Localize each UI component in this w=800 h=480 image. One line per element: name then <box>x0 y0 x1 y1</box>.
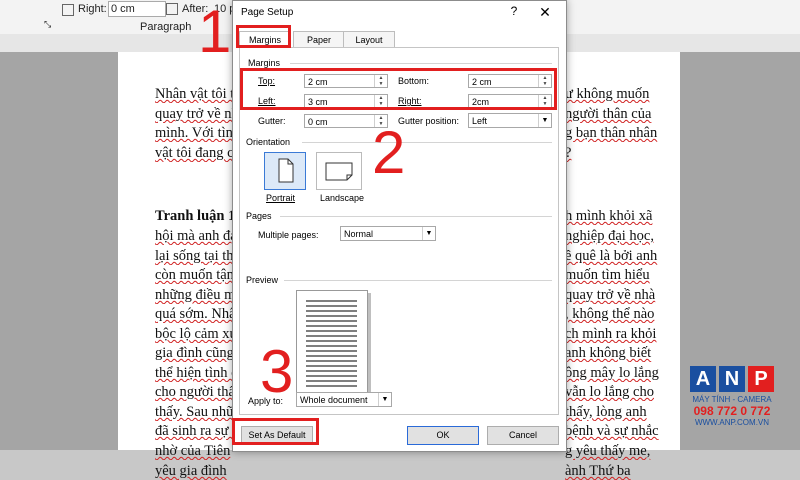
document-line: ông mây lo lắng <box>565 365 659 381</box>
document-line: bệnh và sự nhắc <box>565 423 659 439</box>
portrait-label: Portrait <box>266 193 296 203</box>
landscape-label: Landscape <box>320 193 365 203</box>
cancel-button[interactable]: Cancel <box>487 426 559 445</box>
document-line: ề quê là bởi anh <box>565 248 658 264</box>
anp-letter-n: N <box>719 366 745 392</box>
spacing-after-icon <box>166 3 178 15</box>
paragraph-group-label: Paragraph <box>140 21 192 33</box>
multiple-pages-label: Multiple pages: <box>258 230 319 240</box>
gutter-position-select[interactable]: Left ▼ <box>468 113 552 128</box>
chevron-down-icon: ▼ <box>422 227 435 240</box>
portrait-icon <box>278 158 294 183</box>
portrait-option[interactable] <box>264 152 306 190</box>
document-line: muốn tìm hiểu <box>565 267 650 283</box>
indent-right-icon[interactable] <box>62 4 74 16</box>
annotation-number-3: 3 <box>260 338 294 405</box>
multiple-pages-value: Normal <box>344 229 374 239</box>
help-button[interactable]: ? <box>505 4 523 20</box>
close-button[interactable]: ✕ <box>535 4 555 20</box>
anp-website: WWW.ANP.COM.VN <box>694 418 770 427</box>
right-indent-label: Right: <box>78 3 107 15</box>
tab-paper[interactable]: Paper <box>293 31 345 48</box>
orientation-section-label: Orientation <box>246 137 291 147</box>
preview-lines <box>306 300 357 387</box>
chevron-down-icon: ▼ <box>538 114 551 127</box>
margins-section-label: Margins <box>248 58 281 68</box>
document-line: thấy, lòng anh <box>565 404 647 420</box>
document-line: g bạn thân nhân <box>565 125 658 141</box>
tab-layout[interactable]: Layout <box>343 31 395 48</box>
anp-watermark: A N P MÁY TÍNH - CAMERA 098 772 0 772 WW… <box>690 366 790 446</box>
document-line: ch mình ra khỏi <box>565 326 657 342</box>
anp-letter-a: A <box>690 366 716 392</box>
document-line: ư không muốn <box>565 86 650 102</box>
document-line: g yêu thấy me, <box>565 443 651 459</box>
apply-to-select[interactable]: Whole document ▼ <box>296 392 392 407</box>
highlight-margin-fields <box>240 68 557 110</box>
pages-section-label: Pages <box>246 211 272 221</box>
gutter-position-value: Left <box>472 116 488 126</box>
preview-section-label: Preview <box>246 275 279 285</box>
highlight-margins-tab <box>236 25 291 48</box>
anp-letter-p: P <box>748 366 774 392</box>
chevron-down-icon: ▼ <box>378 393 391 406</box>
document-line: ành Thứ ba <box>565 463 631 479</box>
apply-to-value: Whole document <box>300 395 368 405</box>
anp-phone: 098 772 0 772 <box>693 404 771 418</box>
document-line: quay trở về nhà <box>565 287 656 303</box>
dialog-launcher-icon[interactable]: ⤡ <box>44 19 51 30</box>
gutter-label: Gutter: <box>258 116 286 126</box>
multiple-pages-select[interactable]: Normal ▼ <box>340 226 436 241</box>
anp-logo: A N P <box>690 366 790 392</box>
document-line: h mình khỏi xã <box>565 208 653 224</box>
document-line: , không thể nào <box>565 306 655 322</box>
annotation-number-1: 1 <box>198 0 232 65</box>
landscape-icon <box>325 162 353 181</box>
document-line: ? <box>565 145 572 161</box>
document-line: người thân của <box>565 106 652 122</box>
annotation-number-2: 2 <box>372 119 406 186</box>
document-line: nghiệp đại học, <box>565 228 654 244</box>
ok-button[interactable]: OK <box>407 426 479 445</box>
document-line: anh không biết <box>565 345 652 361</box>
anp-tagline: MÁY TÍNH - CAMERA <box>692 395 772 404</box>
page-preview <box>296 290 368 398</box>
highlight-set-default <box>232 418 319 445</box>
landscape-option[interactable] <box>316 152 362 190</box>
dialog-title: Page Setup <box>241 7 294 18</box>
gutter-value: 0 cm <box>308 117 328 127</box>
document-line: vẫn lo lắng cho <box>565 384 654 400</box>
gutter-position-label: Gutter position: <box>398 116 460 126</box>
right-indent-input[interactable]: 0 cm <box>108 1 166 17</box>
